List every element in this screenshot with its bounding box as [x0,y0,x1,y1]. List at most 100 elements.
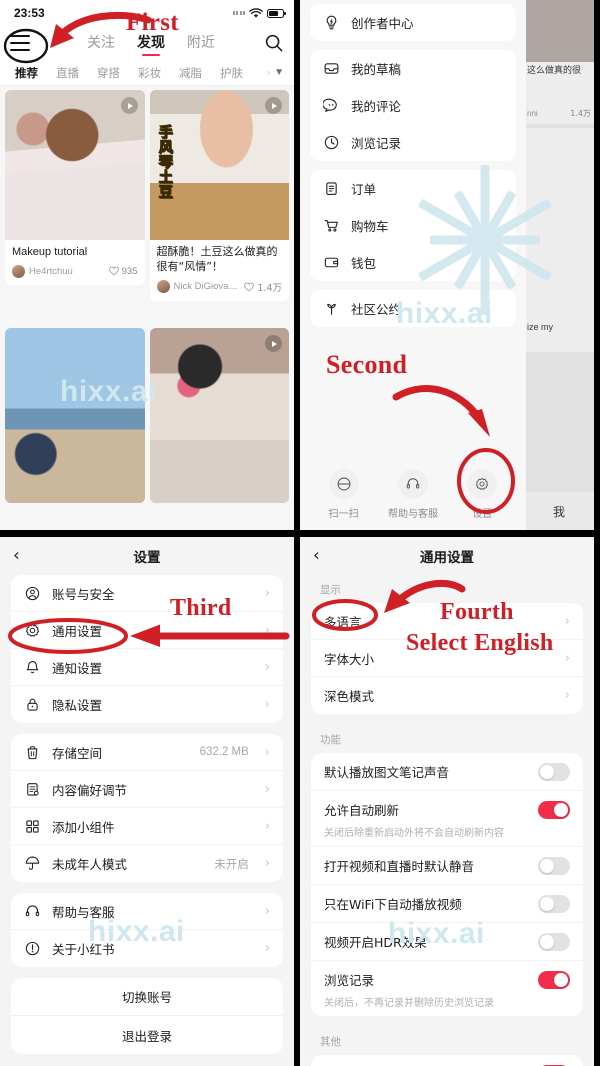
toggle-row-browse-history[interactable]: 浏览记录 关闭后，不再记录并删除历史浏览记录 [311,961,583,1016]
card-thumbnail[interactable] [5,328,145,504]
comment-icon [323,97,340,114]
setting-account-security[interactable]: 账号与安全 › [11,575,283,612]
setting-notifications[interactable]: 通知设置 › [11,649,283,686]
tab-follow[interactable]: 关注 [87,32,115,55]
play-icon[interactable] [265,97,282,114]
behind-card-likes: 1.4万 [570,108,591,118]
chevron-left-icon[interactable]: ‹ [13,547,20,565]
settings-group-function: 默认播放图文笔记声音 允许自动刷新 关闭后除重新启动外将不会自动刷新内容 打开视… [311,753,583,1016]
drawer-item-creator-center[interactable]: 创作者中心 [310,4,516,41]
toggle-switch[interactable] [538,856,570,875]
chevron-right-icon: › [266,66,271,79]
category-outfit[interactable]: 穿搭 [88,65,129,81]
chevron-right-icon: › [264,818,270,834]
side-drawer: 创作者中心 我的草稿 我的评论 浏览记录 订单 购物车 钱包 社区公约 扫一扫 … [300,0,526,530]
settings-group-storage: 存储空间 632.2 MB › 内容偏好调节 › 添加小组件 › 未成年人模式 … [11,734,283,882]
card-username[interactable]: He4rtchuu [29,266,105,277]
drawer-item-history[interactable]: 浏览记录 [310,124,516,161]
page-title: 通用设置 [420,550,474,566]
feed-card[interactable]: 手风琴土豆 超酥脆！土豆这么做真的很有“风情”！ Nick DiGiovanni… [149,90,289,301]
setting-label: 关于小红书 [52,942,115,957]
category-live[interactable]: 直播 [47,65,88,81]
chevron-down-icon[interactable]: ▼ [274,67,284,78]
drawer-item-cart[interactable]: 购物车 [310,207,516,244]
toggle-row-hdr[interactable]: 视频开启HDR效果 [311,923,583,961]
setting-dark-mode[interactable]: 深色模式 › [311,677,583,714]
drawer-group-creator: 创作者中心 [310,4,516,41]
card-thumbnail[interactable] [149,328,289,504]
avatar[interactable] [156,280,170,294]
behind-card-user: nni [527,108,538,118]
category-fatloss[interactable]: 减脂 [170,65,211,81]
drawer-item-drafts[interactable]: 我的草稿 [310,50,516,87]
thumbnail-overlay-text: 手风琴土豆 [156,124,173,200]
feed-card[interactable]: Makeup tutorial He4rtchuu 935 [5,90,145,285]
tool-settings[interactable]: 设置 [467,469,498,520]
play-icon[interactable] [265,335,282,353]
document-settings-icon [24,781,41,798]
panel-settings: ‹ 设置 账号与安全 › 通用设置 › 通知设置 › 隐私设置 › 存储空间 6… [0,537,294,1066]
logout-button[interactable]: 退出登录 [11,1016,283,1054]
category-skincare[interactable]: 护肤 [211,65,252,81]
toggle-switch[interactable] [538,932,570,951]
hamburger-menu-icon[interactable] [10,35,32,51]
drawer-item-comments[interactable]: 我的评论 [310,87,516,124]
settings-group-other: 允许发布时提前上传视频 开启可减少视频发布的等待时长 [311,1055,583,1066]
drawer-item-community-guidelines[interactable]: 社区公约 [310,290,516,327]
card-thumbnail[interactable]: 手风琴土豆 [149,90,289,240]
play-icon[interactable] [120,97,138,114]
setting-add-widget[interactable]: 添加小组件 › [11,808,283,845]
toggle-row-main: 浏览记录 [324,961,570,998]
headset-icon [24,903,41,920]
toggle-label: 默认播放图文笔记声音 [324,765,450,780]
toggle-row-wifi-autoplay[interactable]: 只在WiFi下自动播放视频 [311,885,583,923]
card-thumbnail[interactable] [5,90,145,240]
toggle-row-preupload[interactable]: 允许发布时提前上传视频 开启可减少视频发布的等待时长 [311,1055,583,1066]
drawer-item-wallet[interactable]: 钱包 [310,244,516,281]
drawer-group-shopping: 订单 购物车 钱包 [310,170,516,281]
toggle-row-auto-refresh[interactable]: 允许自动刷新 关闭后除重新启动外将不会自动刷新内容 [311,791,583,847]
setting-storage[interactable]: 存储空间 632.2 MB › [11,734,283,771]
settings-header: ‹ 设置 [0,537,294,575]
card-like-count[interactable]: 935 [108,266,138,277]
behind-card-text: 这么做真的很 [524,62,594,102]
setting-label: 账号与安全 [52,586,115,602]
card-username[interactable]: Nick DiGiovanni [174,281,241,292]
switch-account-button[interactable]: 切换账号 [11,978,283,1016]
card-like-count[interactable]: 1.4万 [244,280,282,294]
panel-general-settings: ‹ 通用设置 显示 多语言 › 字体大小 › 深色模式 › 功能 默认播放图文笔… [300,537,594,1066]
feed-card[interactable] [149,328,289,504]
setting-font-size[interactable]: 字体大小 › [311,640,583,677]
setting-general[interactable]: 通用设置 › [11,612,283,649]
setting-multilanguage[interactable]: 多语言 › [311,603,583,640]
behind-tabbar: 我 [524,492,594,530]
tool-help[interactable]: 帮助与客服 [388,469,438,520]
category-makeup[interactable]: 彩妆 [129,65,170,81]
toggle-row-autoplay-sound[interactable]: 默认播放图文笔记声音 [311,753,583,791]
umbrella-icon [24,855,41,872]
search-icon[interactable] [264,33,284,53]
setting-help-support[interactable]: 帮助与客服 › [11,893,283,930]
tool-scan[interactable]: 扫一扫 [328,469,359,520]
general-settings-sheet: ‹ 通用设置 显示 多语言 › 字体大小 › 深色模式 › 功能 默认播放图文笔… [300,537,594,1066]
toggle-switch[interactable] [538,762,570,781]
setting-about[interactable]: 关于小红书 › [11,930,283,967]
avatar[interactable] [12,264,25,278]
setting-privacy[interactable]: 隐私设置 › [11,686,283,723]
card-title: Makeup tutorial [12,246,88,258]
tab-discover[interactable]: 发现 [137,32,165,55]
setting-minor-mode[interactable]: 未成年人模式 未开启 › [11,845,283,882]
feed-card[interactable] [5,328,145,504]
toggle-switch[interactable] [538,894,570,913]
category-more[interactable]: › ▼ [266,67,288,79]
scan-icon [328,469,359,499]
toggle-switch[interactable] [538,970,570,989]
setting-content-preference[interactable]: 内容偏好调节 › [11,771,283,808]
behind-tabbar-me[interactable]: 我 [553,503,565,520]
toggle-switch[interactable] [538,800,570,819]
category-recommend[interactable]: 推荐 [6,65,47,81]
toggle-row-default-mute[interactable]: 打开视频和直播时默认静音 [311,847,583,885]
drawer-item-orders[interactable]: 订单 [310,170,516,207]
chevron-left-icon[interactable]: ‹ [313,547,320,565]
tab-nearby[interactable]: 附近 [187,32,215,55]
